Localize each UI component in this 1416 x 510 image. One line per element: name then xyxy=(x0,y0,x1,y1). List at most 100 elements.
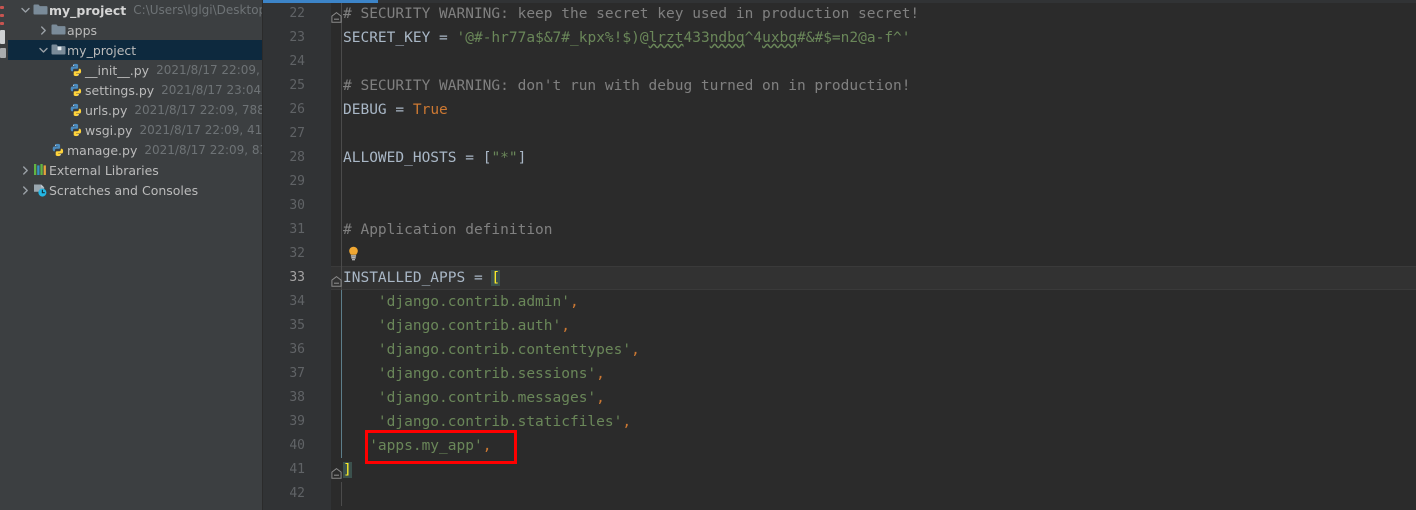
fold-collapse-icon[interactable] xyxy=(331,8,342,23)
project-tool-window[interactable]: my_project C:\Users\lglgi\Desktop\ apps my_… xyxy=(8,0,263,510)
python-file-icon xyxy=(68,60,85,80)
code-token: 'django.contrib.sessions' xyxy=(377,366,597,382)
code-line[interactable]: 'django.contrib.staticfiles', xyxy=(343,410,631,434)
line-number: 29 xyxy=(289,174,305,189)
chevron-down-icon[interactable] xyxy=(18,0,32,20)
line-number: 31 xyxy=(289,222,305,237)
code-line[interactable]: SECRET_KEY = '@#-hr77a$&7#_kpx%!$)@lrzt4… xyxy=(343,26,911,50)
line-number: 32 xyxy=(289,246,305,261)
code-token: = xyxy=(430,30,457,46)
code-line[interactable]: DEBUG = True xyxy=(343,98,448,122)
folder-module-icon xyxy=(50,40,67,60)
left-tool-strip[interactable] xyxy=(0,0,8,510)
code-token: # SECURITY WARNING: keep the secret key … xyxy=(343,6,920,22)
tree-item-scratches-and-consoles[interactable]: Scratches and Consoles xyxy=(8,180,262,200)
line-number-gutter[interactable]: 22 23 24 25 26 27 28 29 30 31 32 33 34 35 36 37 38 39 40 41… xyxy=(263,0,331,510)
code-line[interactable]: ALLOWED_HOSTS = ["*"] xyxy=(343,146,526,170)
tree-item-manage-py[interactable]: manage.py 2021/8/17 22:09, 830 B xyxy=(8,140,262,160)
code-line[interactable] xyxy=(343,50,352,74)
line-number: 40 xyxy=(289,438,305,453)
code-token: , xyxy=(569,294,579,310)
code-line[interactable]: # SECURITY WARNING: keep the secret key … xyxy=(343,2,919,26)
fold-collapse-icon[interactable] xyxy=(331,464,342,479)
code-line[interactable]: 'django.contrib.messages', xyxy=(343,386,605,410)
strip-button-icon[interactable] xyxy=(0,48,6,58)
code-token: ndbq xyxy=(709,30,745,46)
code-token: SECRET_KEY xyxy=(343,30,431,46)
code-token: = xyxy=(456,150,483,166)
line-number: 30 xyxy=(289,198,305,213)
fold-gutter[interactable] xyxy=(331,0,343,510)
code-line[interactable]: # SECURITY WARNING: don't run with debug… xyxy=(343,74,910,98)
tree-item-apps[interactable]: apps xyxy=(8,20,262,40)
python-file-icon xyxy=(50,140,67,160)
code-line[interactable]: 'django.contrib.auth', xyxy=(343,314,570,338)
strip-marker-icon xyxy=(0,6,4,9)
line-number: 23 xyxy=(289,30,305,45)
tree-item-path: C:\Users\lglgi\Desktop\ xyxy=(133,3,262,17)
code-token: 'django.contrib.contenttypes' xyxy=(377,342,632,358)
python-file-icon xyxy=(68,120,85,140)
chevron-right-icon[interactable] xyxy=(18,160,32,180)
code-line[interactable]: 'django.contrib.contenttypes', xyxy=(343,338,640,362)
line-number: 33 xyxy=(289,270,305,285)
tree-item-external-libraries[interactable]: External Libraries xyxy=(8,160,262,180)
chevron-right-icon[interactable] xyxy=(18,180,32,200)
code-token: lrzt xyxy=(648,30,684,46)
tree-item-meta: 2021/8/17 22:09, 788 B xyxy=(134,103,262,117)
chevron-down-icon[interactable] xyxy=(36,40,50,60)
code-editor[interactable]: 22 23 24 25 26 27 28 29 30 31 32 33 34 35 36 37 38 39 40 41… xyxy=(263,0,1416,510)
code-line[interactable]: 'django.contrib.sessions', xyxy=(343,362,605,386)
code-line[interactable]: ] xyxy=(343,458,352,482)
code-line[interactable] xyxy=(343,482,352,506)
intention-bulb-icon[interactable] xyxy=(347,246,360,261)
code-line[interactable] xyxy=(343,170,352,194)
code-line[interactable] xyxy=(343,122,352,146)
code-token: [ xyxy=(491,270,501,286)
line-number: 25 xyxy=(289,78,305,93)
tree-item-meta: 2021/8/17 22:09, 830 B xyxy=(144,143,262,157)
code-line[interactable] xyxy=(343,194,352,218)
code-token: ] xyxy=(343,462,352,478)
tree-item-settings-py[interactable]: settings.py 2021/8/17 23:04, 3.2 xyxy=(8,80,262,100)
code-line[interactable]: # Application definition xyxy=(343,218,553,242)
tree-item-label: my_project xyxy=(67,42,137,58)
tree-item--init-py[interactable]: __init__.py 2021/8/17 22:09, 0 B xyxy=(8,60,262,80)
tree-item-label: External Libraries xyxy=(49,162,159,178)
line-number: 34 xyxy=(289,294,305,309)
tree-item-label: my_project xyxy=(49,2,127,18)
line-number: 28 xyxy=(289,150,305,165)
tree-item-label: urls.py xyxy=(85,102,128,118)
line-number: 26 xyxy=(289,102,305,117)
fold-collapse-icon[interactable] xyxy=(331,272,342,287)
line-number: 22 xyxy=(289,6,305,21)
code-token: 'django.contrib.messages' xyxy=(377,390,597,406)
code-token: , xyxy=(596,390,605,406)
code-token: # SECURITY WARNING: don't run with debug… xyxy=(343,78,911,94)
python-file-icon xyxy=(68,80,85,100)
code-token: uxbq xyxy=(762,30,798,46)
line-number: 27 xyxy=(289,126,305,141)
scratches-icon xyxy=(32,180,49,200)
strip-marker-icon xyxy=(0,22,4,25)
strip-button-icon[interactable] xyxy=(0,30,5,44)
code-token: , xyxy=(596,366,605,382)
chevron-right-icon[interactable] xyxy=(36,20,50,40)
code-line[interactable]: 'apps.my_app', xyxy=(343,434,491,458)
tree-item-meta: 2021/8/17 22:09, 0 B xyxy=(156,63,262,77)
tree-item-urls-py[interactable]: urls.py 2021/8/17 22:09, 788 B xyxy=(8,100,262,120)
code-token: 433 xyxy=(683,30,710,46)
tree-item-my-project[interactable]: my_project xyxy=(8,40,262,60)
tree-item-my-project[interactable]: my_project C:\Users\lglgi\Desktop\ xyxy=(8,0,262,20)
line-number: 36 xyxy=(289,342,305,357)
code-line[interactable]: 'django.contrib.admin', xyxy=(343,290,579,314)
code-line[interactable]: INSTALLED_APPS = [ xyxy=(343,266,501,290)
line-number: 42 xyxy=(289,486,305,501)
tree-item-wsgi-py[interactable]: wsgi.py 2021/8/17 22:09, 414 B xyxy=(8,120,262,140)
